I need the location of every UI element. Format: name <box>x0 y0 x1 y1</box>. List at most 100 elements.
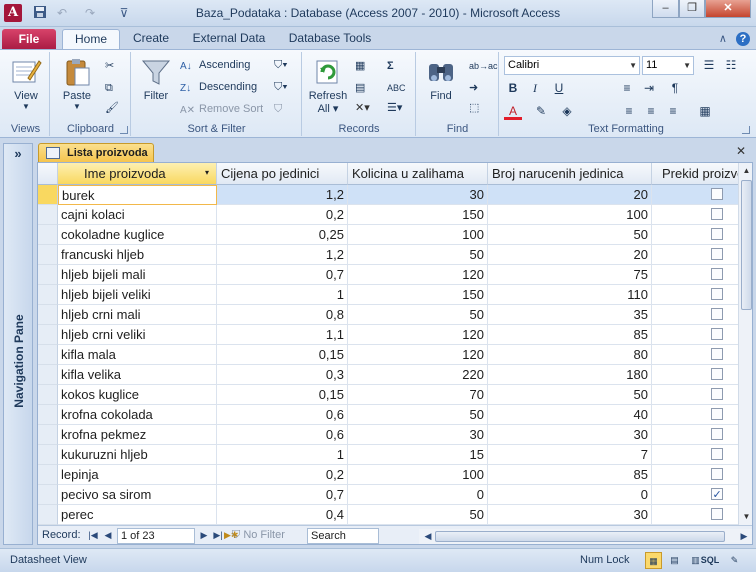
numeric-cell[interactable]: 0,15 <box>217 345 348 365</box>
numeric-cell[interactable]: 15 <box>348 445 488 465</box>
table-row[interactable]: burek 1,2 30 20 <box>38 185 738 205</box>
numeric-cell[interactable]: 100 <box>488 205 652 225</box>
align-text-left-icon[interactable]: ≡ <box>620 102 638 120</box>
font-color-icon[interactable]: A <box>504 102 522 120</box>
format-painter-icon[interactable]: 🖌 <box>105 98 119 118</box>
product-name-cell[interactable]: kifla velika <box>58 365 217 385</box>
numeric-cell[interactable]: 0,25 <box>217 225 348 245</box>
discontinued-checkbox-cell[interactable] <box>652 465 738 485</box>
close-button[interactable]: ✕ <box>705 0 751 18</box>
discontinued-checkbox-cell[interactable] <box>652 205 738 225</box>
numeric-cell[interactable]: 1,2 <box>217 245 348 265</box>
discontinued-checkbox[interactable] <box>710 408 723 420</box>
numeric-cell[interactable]: 50 <box>348 245 488 265</box>
discontinued-checkbox[interactable] <box>710 288 723 300</box>
numeric-cell[interactable]: 1,1 <box>217 325 348 345</box>
save-record-icon[interactable]: ▤ <box>355 78 365 98</box>
row-selector[interactable] <box>38 405 58 425</box>
vertical-scroll-thumb[interactable] <box>741 180 752 310</box>
row-selector[interactable] <box>38 265 58 285</box>
advanced-filter-icon[interactable]: ⛉▾ <box>274 77 288 97</box>
numeric-cell[interactable]: 75 <box>488 265 652 285</box>
next-record-icon[interactable]: ▶ <box>197 528 211 543</box>
discontinued-checkbox[interactable] <box>710 228 723 240</box>
fill-color-icon[interactable]: ◈ <box>558 102 576 120</box>
numeric-cell[interactable]: 50 <box>488 385 652 405</box>
product-name-cell[interactable]: kukuruzni hljeb <box>58 445 217 465</box>
row-selector[interactable] <box>38 325 58 345</box>
discontinued-checkbox-cell[interactable] <box>652 345 738 365</box>
row-selector[interactable] <box>38 425 58 445</box>
column-dropdown-icon[interactable]: ▾ <box>205 168 209 177</box>
numeric-cell[interactable]: 0 <box>488 485 652 505</box>
numeric-cell[interactable]: 0,2 <box>217 205 348 225</box>
paste-button[interactable]: Paste ▼ <box>57 56 97 111</box>
table-row[interactable]: pecivo sa sirom 0,7 0 0 <box>38 485 738 505</box>
numeric-cell[interactable]: 0,8 <box>217 305 348 325</box>
row-selector[interactable] <box>38 185 58 205</box>
tab-home[interactable]: Home <box>62 29 120 51</box>
descending-button[interactable]: Z↓ Descending <box>180 77 257 97</box>
numeric-cell[interactable]: 30 <box>488 425 652 445</box>
discontinued-checkbox-cell[interactable] <box>652 405 738 425</box>
table-row[interactable]: kifla velika 0,3 220 180 <box>38 365 738 385</box>
previous-record-icon[interactable]: ◀ <box>101 528 115 543</box>
product-name-cell[interactable]: burek <box>58 185 217 205</box>
current-record-field[interactable]: 1 of 23 <box>117 528 195 544</box>
table-row[interactable]: kokos kuglice 0,15 70 50 <box>38 385 738 405</box>
product-name-cell[interactable]: hljeb bijeli veliki <box>58 285 217 305</box>
numeric-cell[interactable]: 20 <box>488 185 652 205</box>
product-name-cell[interactable]: hljeb bijeli mali <box>58 265 217 285</box>
product-name-cell[interactable]: francuski hljeb <box>58 245 217 265</box>
copy-icon[interactable]: ⧉ <box>105 78 113 98</box>
table-row[interactable]: krofna cokolada 0,6 50 40 <box>38 405 738 425</box>
product-name-cell[interactable]: krofna cokolada <box>58 405 217 425</box>
select-all-corner[interactable] <box>38 163 58 185</box>
numeric-cell[interactable]: 110 <box>488 285 652 305</box>
numeric-cell[interactable]: 85 <box>488 465 652 485</box>
numeric-cell[interactable]: 1 <box>217 445 348 465</box>
expand-nav-pane-icon[interactable]: » <box>4 146 32 161</box>
row-selector[interactable] <box>38 505 58 525</box>
goto-icon[interactable]: ➜ <box>469 78 478 98</box>
product-name-cell[interactable]: krofna pekmez <box>58 425 217 445</box>
discontinued-checkbox[interactable] <box>710 208 723 220</box>
document-tab[interactable]: Lista proizvoda <box>38 143 154 163</box>
horizontal-scrollbar[interactable]: ◀ ▶ <box>419 529 752 544</box>
discontinued-checkbox-cell[interactable] <box>652 225 738 245</box>
tab-create[interactable]: Create <box>124 29 178 50</box>
discontinued-checkbox-cell[interactable] <box>652 505 738 525</box>
remove-sort-button[interactable]: A✕ Remove Sort <box>180 99 263 119</box>
datasheet-view-icon[interactable]: ▦ <box>645 552 662 569</box>
pivottable-view-icon[interactable]: ▤ <box>666 552 683 569</box>
discontinued-checkbox-cell[interactable] <box>652 485 738 505</box>
column-header[interactable]: Prekid proizvodnje <box>652 163 738 185</box>
numeric-cell[interactable]: 180 <box>488 365 652 385</box>
discontinued-checkbox[interactable] <box>710 468 723 480</box>
font-name-select[interactable]: Calibri ▼ <box>504 56 640 75</box>
select-icon[interactable]: ⬚ <box>469 98 479 118</box>
more-records-icon[interactable]: ☰▾ <box>387 98 402 118</box>
tab-file[interactable]: File <box>2 29 56 50</box>
selection-filter-icon[interactable]: ⛉▾ <box>274 55 288 75</box>
row-selector[interactable] <box>38 465 58 485</box>
numeric-cell[interactable]: 150 <box>348 285 488 305</box>
table-row[interactable]: francuski hljeb 1,2 50 20 <box>38 245 738 265</box>
paragraph-icon[interactable]: ¶ <box>666 79 684 97</box>
numbering-icon[interactable]: ☷ <box>722 56 740 74</box>
table-row[interactable]: kifla mala 0,15 120 80 <box>38 345 738 365</box>
numeric-cell[interactable]: 30 <box>488 505 652 525</box>
discontinued-checkbox-cell[interactable] <box>652 185 738 205</box>
align-text-center-icon[interactable]: ≡ <box>642 102 660 120</box>
font-size-select[interactable]: 11 ▼ <box>642 56 694 75</box>
discontinued-checkbox-cell[interactable] <box>652 385 738 405</box>
row-selector[interactable] <box>38 385 58 405</box>
product-name-cell[interactable]: cokoladne kuglice <box>58 225 217 245</box>
discontinued-checkbox-cell[interactable] <box>652 285 738 305</box>
product-name-cell[interactable]: hljeb crni mali <box>58 305 217 325</box>
product-name-cell[interactable]: cajni kolaci <box>58 205 217 225</box>
discontinued-checkbox[interactable] <box>710 188 723 200</box>
numeric-cell[interactable]: 80 <box>488 345 652 365</box>
column-header[interactable]: Ime proizvoda <box>58 163 217 185</box>
scroll-down-icon[interactable]: ▼ <box>740 509 752 524</box>
